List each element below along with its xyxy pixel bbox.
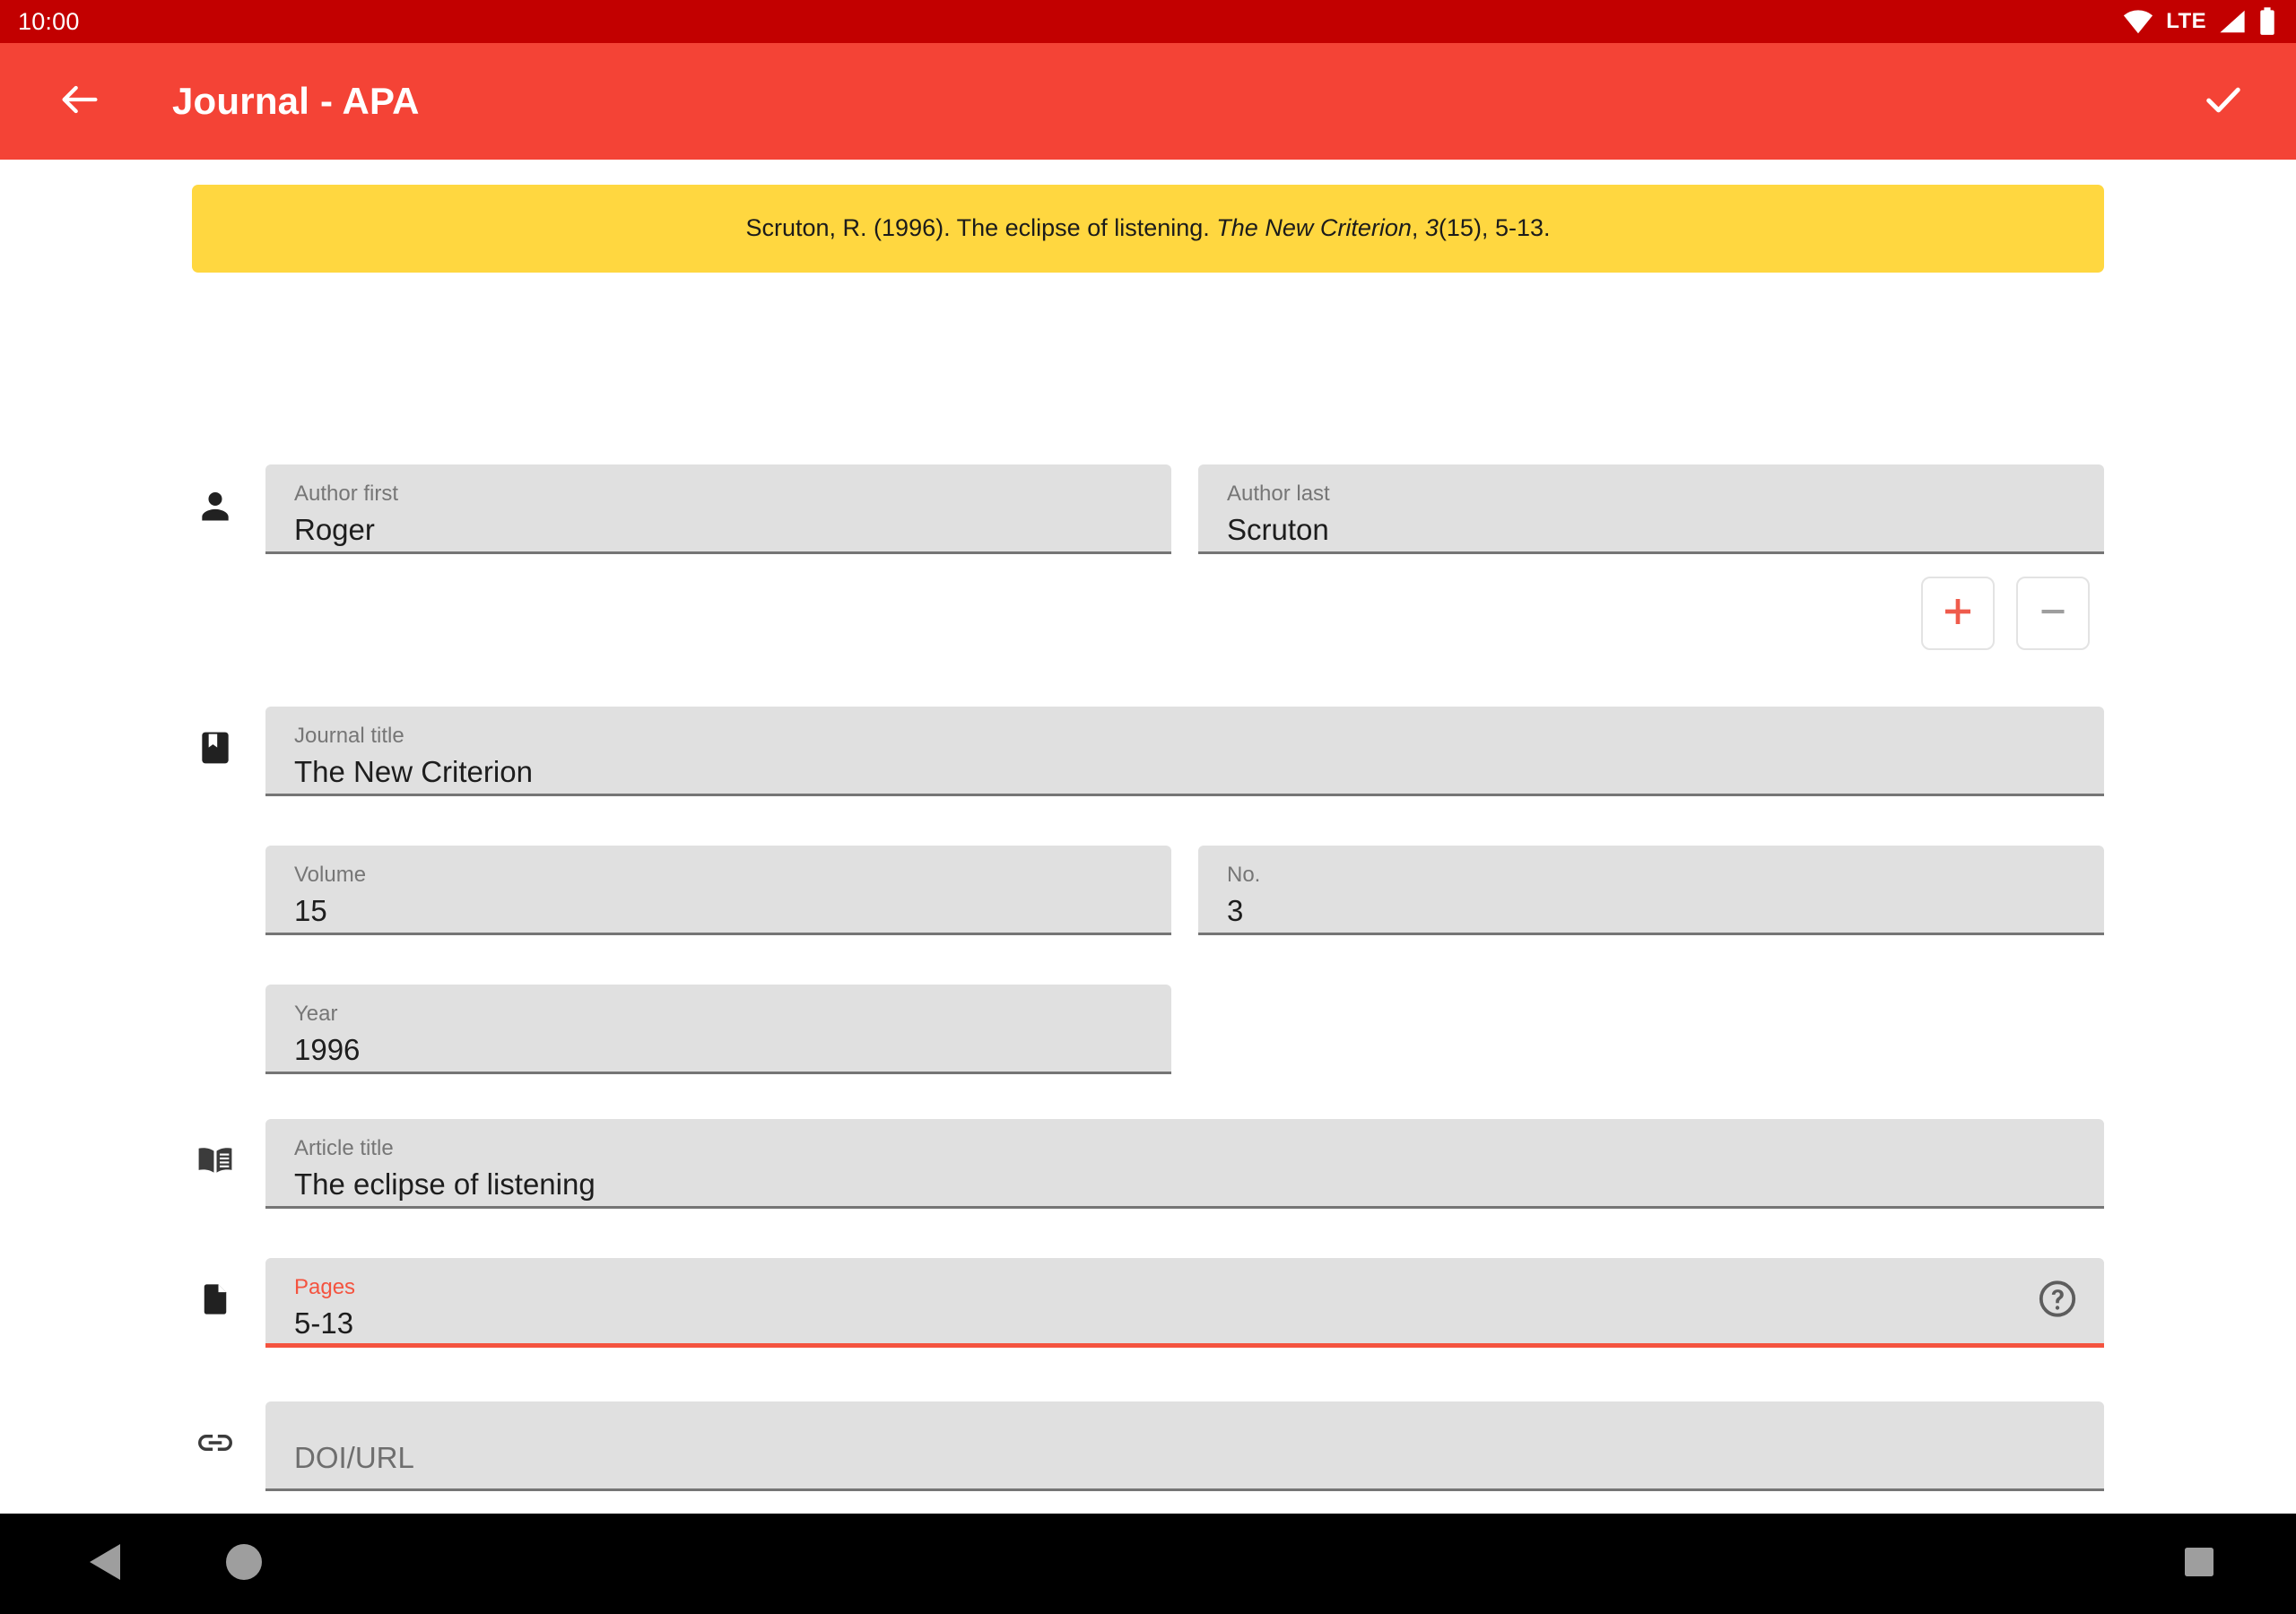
citation-author: Scruton, R. bbox=[745, 214, 867, 242]
plus-icon bbox=[1940, 594, 1976, 634]
year-label: Year bbox=[294, 1002, 338, 1026]
pages-field[interactable]: Pages 5-13 bbox=[265, 1258, 2104, 1348]
citation-year: (1996). bbox=[866, 214, 957, 242]
volume-field[interactable]: Volume 15 bbox=[265, 846, 1171, 935]
citation-pages: 5-13. bbox=[1494, 214, 1551, 242]
pages-help-button[interactable] bbox=[2036, 1277, 2079, 1324]
form-content: Scruton, R. (1996). The eclipse of liste… bbox=[0, 160, 2296, 1614]
wifi-icon bbox=[2123, 9, 2153, 34]
citation-volume: 3 bbox=[1424, 214, 1439, 242]
battery-icon bbox=[2258, 7, 2276, 36]
journal-title-field[interactable]: Journal title The New Criterion bbox=[265, 707, 2104, 796]
person-icon bbox=[190, 481, 240, 531]
volume-label: Volume bbox=[294, 863, 367, 887]
nav-back-triangle-icon bbox=[90, 1543, 122, 1584]
help-icon bbox=[2036, 1277, 2079, 1324]
year-value: 1996 bbox=[294, 1033, 361, 1067]
page-title: Journal - APA bbox=[172, 80, 420, 122]
bookmark-book-icon bbox=[190, 723, 240, 773]
year-field[interactable]: Year 1996 bbox=[265, 985, 1171, 1074]
article-title-value: The eclipse of listening bbox=[294, 1167, 596, 1202]
add-author-button[interactable] bbox=[1921, 577, 1995, 650]
pages-label: Pages bbox=[294, 1275, 356, 1299]
doi-url-field[interactable]: DOI/URL bbox=[265, 1401, 2104, 1491]
pages-value: 5-13 bbox=[294, 1306, 354, 1341]
android-nav-bar bbox=[0, 1514, 2296, 1614]
network-type-label: LTE bbox=[2166, 9, 2206, 33]
minus-icon bbox=[2035, 594, 2071, 634]
nav-home-button[interactable] bbox=[208, 1528, 280, 1600]
open-book-icon bbox=[190, 1135, 240, 1185]
document-icon bbox=[190, 1274, 240, 1324]
back-button[interactable] bbox=[45, 66, 115, 136]
check-icon bbox=[2200, 76, 2247, 127]
remove-author-button[interactable] bbox=[2016, 577, 2090, 650]
number-value: 3 bbox=[1227, 894, 1244, 928]
status-clock: 10:00 bbox=[18, 7, 80, 35]
nav-back-button[interactable] bbox=[70, 1528, 142, 1600]
article-title-label: Article title bbox=[294, 1136, 394, 1160]
status-bar: 10:00 LTE bbox=[0, 0, 2296, 43]
citation-preview-text: Scruton, R. (1996). The eclipse of liste… bbox=[745, 213, 1550, 244]
citation-article: The eclipse of listening. bbox=[956, 214, 1217, 242]
author-first-value: Roger bbox=[294, 513, 375, 547]
journal-title-value: The New Criterion bbox=[294, 755, 533, 789]
nav-recents-square-icon bbox=[2185, 1547, 2213, 1581]
number-field[interactable]: No. 3 bbox=[1198, 846, 2104, 935]
author-last-field[interactable]: Author last Scruton bbox=[1198, 464, 2104, 554]
volume-value: 15 bbox=[294, 894, 327, 928]
link-icon bbox=[190, 1418, 240, 1468]
article-title-field[interactable]: Article title The eclipse of listening bbox=[265, 1119, 2104, 1209]
app-bar: Journal - APA bbox=[0, 43, 2296, 160]
status-indicators: LTE bbox=[2123, 7, 2276, 36]
signal-icon bbox=[2219, 9, 2246, 34]
author-last-label: Author last bbox=[1227, 482, 1330, 506]
citation-journal: The New Criterion bbox=[1216, 214, 1412, 242]
journal-title-label: Journal title bbox=[294, 724, 404, 748]
author-actions bbox=[1921, 577, 2090, 650]
nav-home-circle-icon bbox=[226, 1543, 262, 1584]
save-button[interactable] bbox=[2188, 66, 2258, 136]
number-label: No. bbox=[1227, 863, 1261, 887]
citation-comma: , bbox=[1411, 214, 1425, 242]
doi-url-placeholder: DOI/URL bbox=[294, 1441, 414, 1474]
author-first-label: Author first bbox=[294, 482, 399, 506]
app-root: 10:00 LTE Journal - APA Scruton, R. (199… bbox=[0, 0, 2296, 1614]
arrow-back-icon bbox=[57, 76, 103, 127]
nav-recents-button[interactable] bbox=[2163, 1528, 2235, 1600]
citation-preview: Scruton, R. (1996). The eclipse of liste… bbox=[192, 185, 2104, 273]
author-last-value: Scruton bbox=[1227, 513, 1329, 547]
author-first-field[interactable]: Author first Roger bbox=[265, 464, 1171, 554]
citation-issue: (15), bbox=[1438, 214, 1495, 242]
